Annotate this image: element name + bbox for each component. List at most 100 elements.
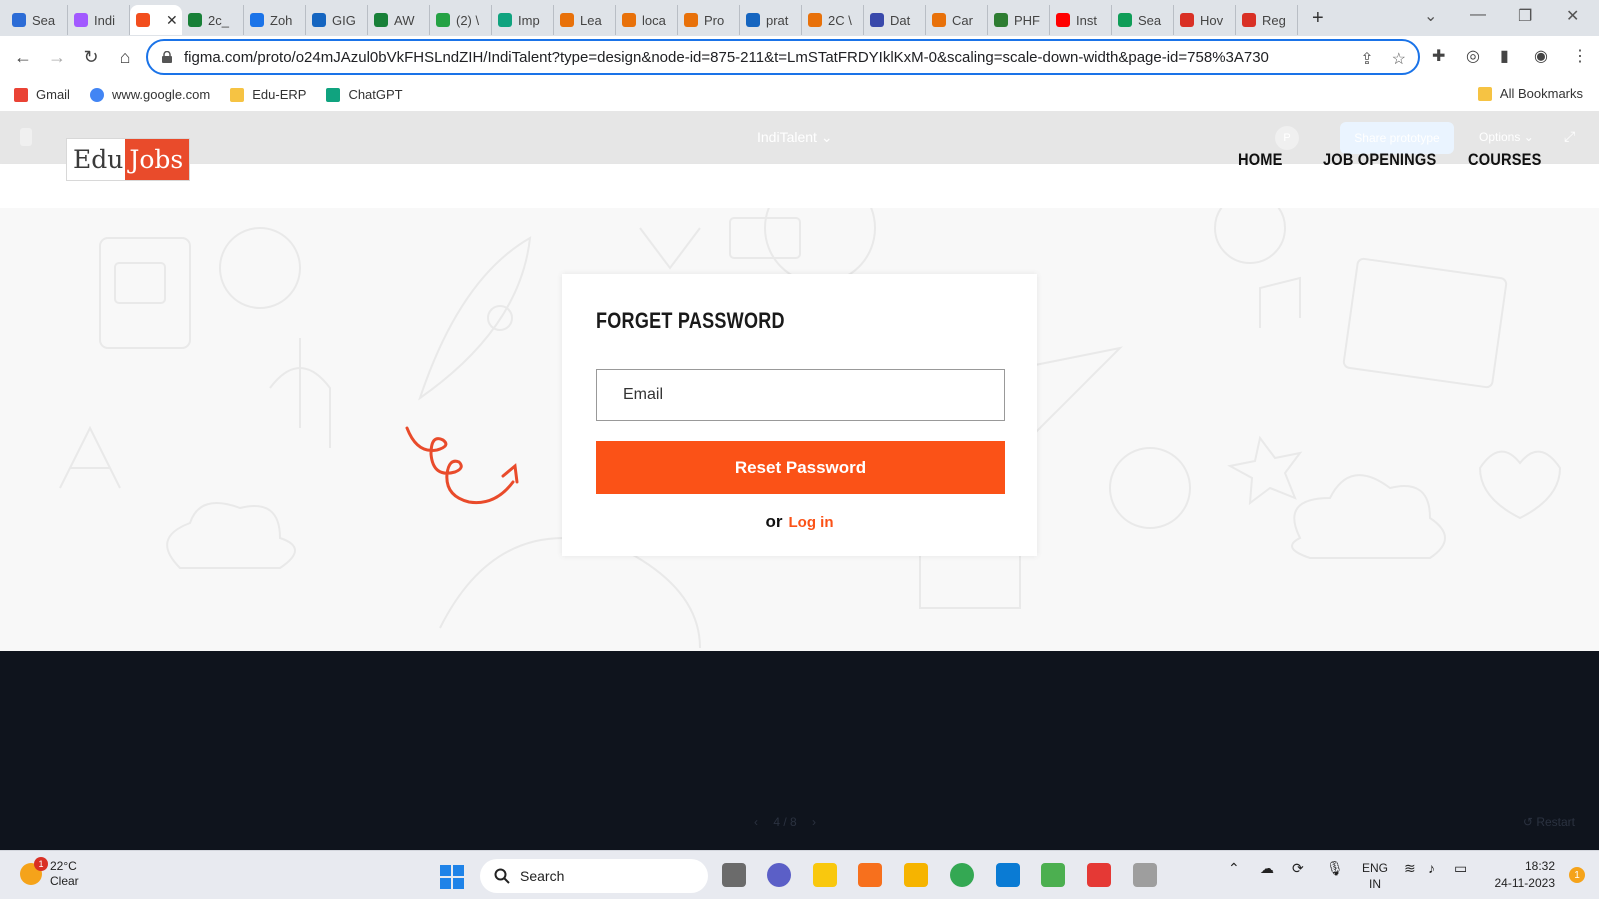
tab-label: loca bbox=[642, 12, 666, 28]
tab-favicon-icon bbox=[498, 13, 512, 27]
browser-tab[interactable]: Imp bbox=[492, 5, 554, 35]
extension-icon[interactable]: ◎ bbox=[1466, 46, 1480, 66]
weather-widget[interactable]: 1 22°C Clear bbox=[20, 857, 79, 889]
form-title: FORGET PASSWORD bbox=[596, 308, 785, 333]
browser-tab[interactable]: AW bbox=[368, 5, 430, 35]
browser-tab[interactable]: Indi bbox=[68, 5, 130, 35]
home-icon[interactable]: ⌂ bbox=[110, 42, 140, 72]
onedrive-icon[interactable]: ☁ bbox=[1260, 860, 1274, 877]
login-link[interactable]: Log in bbox=[789, 514, 834, 531]
wifi-icon[interactable]: ≋ bbox=[1404, 860, 1416, 877]
system-clock[interactable]: 18:32 24-11-2023 bbox=[1495, 858, 1556, 892]
tab-favicon-icon bbox=[994, 13, 1008, 27]
close-tab-icon[interactable]: ✕ bbox=[166, 12, 178, 29]
microphone-icon[interactable]: 🎙 bbox=[1326, 860, 1344, 877]
browser-toolbar: ← → ↻ ⌂ figma.com/proto/o24mJAzul0bVkFHS… bbox=[0, 36, 1599, 78]
nav-job-openings[interactable]: JOB OPENINGS bbox=[1323, 150, 1436, 170]
weather-badge: 1 bbox=[34, 857, 48, 871]
browser-tab[interactable]: GIG bbox=[306, 5, 368, 35]
browser-tab[interactable]: 2c_ bbox=[182, 5, 244, 35]
browser-tab[interactable]: Sea bbox=[1112, 5, 1174, 35]
bookmark-star-icon[interactable]: ☆ bbox=[1392, 49, 1406, 69]
tab-search-icon[interactable]: ⌄ bbox=[1424, 6, 1437, 26]
browser-tab[interactable]: Dat bbox=[864, 5, 926, 35]
browser-tab[interactable]: ✕ bbox=[130, 5, 182, 35]
anydesk-icon[interactable] bbox=[1087, 863, 1111, 887]
browser-tab[interactable]: (2) \ bbox=[430, 5, 492, 35]
bookmark-gmail[interactable]: Gmail bbox=[14, 87, 70, 102]
tab-label: PHF bbox=[1014, 12, 1040, 28]
tab-label: Dat bbox=[890, 12, 911, 28]
restart-button[interactable]: ↺ Restart bbox=[1523, 815, 1575, 829]
teams-icon[interactable] bbox=[767, 863, 791, 887]
all-bookmarks[interactable]: All Bookmarks bbox=[1477, 86, 1583, 101]
taskbar-search[interactable]: Search bbox=[480, 859, 708, 893]
share-page-icon[interactable]: ⇪ bbox=[1360, 49, 1373, 69]
next-frame-icon[interactable]: › bbox=[812, 815, 816, 829]
battery-icon[interactable]: ▭ bbox=[1454, 860, 1467, 877]
vscode-icon[interactable] bbox=[996, 863, 1020, 887]
address-bar[interactable]: figma.com/proto/o24mJAzul0bVkFHSLndZIH/I… bbox=[146, 39, 1420, 75]
language-indicator[interactable]: ENG IN bbox=[1362, 860, 1388, 892]
reload-icon[interactable]: ↻ bbox=[76, 42, 106, 72]
options-menu[interactable]: Options ⌄ bbox=[1479, 130, 1534, 144]
browser-tab[interactable]: Hov bbox=[1174, 5, 1236, 35]
windows-start-icon[interactable] bbox=[440, 865, 464, 889]
tab-favicon-icon bbox=[560, 13, 574, 27]
new-tab-button[interactable]: + bbox=[1312, 7, 1324, 30]
google-icon bbox=[89, 87, 104, 102]
browser-tab[interactable]: Sea bbox=[6, 5, 68, 35]
browser-tab[interactable]: prat bbox=[740, 5, 802, 35]
browser-tab[interactable]: Car bbox=[926, 5, 988, 35]
figma-logo-icon[interactable] bbox=[20, 128, 32, 146]
email-field[interactable]: Email bbox=[596, 369, 1005, 421]
browser-tab[interactable]: Inst bbox=[1050, 5, 1112, 35]
fullscreen-icon[interactable]: ⤢ bbox=[1564, 128, 1575, 145]
task-view-icon[interactable] bbox=[722, 863, 746, 887]
swirl-arrow-icon bbox=[405, 426, 519, 505]
tab-label: prat bbox=[766, 12, 789, 28]
notification-badge[interactable]: 1 bbox=[1569, 867, 1585, 883]
nav-home[interactable]: HOME bbox=[1238, 150, 1283, 170]
browser-tab[interactable]: 2C \ bbox=[802, 5, 864, 35]
volume-icon[interactable]: ♪ bbox=[1428, 860, 1435, 876]
side-panel-icon[interactable]: ▮ bbox=[1500, 46, 1509, 66]
profile-icon[interactable]: ◉ bbox=[1534, 46, 1548, 66]
xampp-icon[interactable] bbox=[858, 863, 882, 887]
tab-label: Zoh bbox=[270, 12, 293, 28]
tab-label: Hov bbox=[1200, 12, 1224, 28]
browser-tab[interactable]: Zoh bbox=[244, 5, 306, 35]
tab-label: GIG bbox=[332, 12, 356, 28]
forward-icon[interactable]: → bbox=[42, 42, 72, 72]
restore-button[interactable]: ❐ bbox=[1518, 6, 1532, 26]
tab-favicon-icon bbox=[312, 13, 326, 27]
sheets-icon[interactable] bbox=[1041, 863, 1065, 887]
figma-file-title[interactable]: IndiTalent ⌄ bbox=[757, 129, 833, 146]
back-icon[interactable]: ← bbox=[8, 42, 38, 72]
bookmark-edu-erp[interactable]: Edu-ERP bbox=[230, 87, 306, 102]
file-explorer-icon[interactable] bbox=[904, 863, 928, 887]
bookmark-google[interactable]: www.google.com bbox=[89, 87, 210, 102]
browser-tab[interactable]: Reg bbox=[1236, 5, 1298, 35]
or-label: or bbox=[765, 512, 783, 531]
bookmark-chatgpt[interactable]: ChatGPT bbox=[326, 87, 403, 102]
tray-expand-icon[interactable]: ⌃ bbox=[1228, 860, 1240, 877]
minimize-button[interactable]: — bbox=[1470, 6, 1486, 24]
browser-tab[interactable]: Lea bbox=[554, 5, 616, 35]
avatar[interactable]: P bbox=[1275, 126, 1299, 150]
chrome-icon[interactable] bbox=[950, 863, 974, 887]
browser-tab[interactable]: PHF bbox=[988, 5, 1050, 35]
reset-password-button[interactable]: Reset Password bbox=[596, 441, 1005, 494]
snipping-tool-icon[interactable] bbox=[1133, 863, 1157, 887]
browser-tab[interactable]: loca bbox=[616, 5, 678, 35]
menu-icon[interactable]: ⋮ bbox=[1572, 46, 1588, 66]
extensions-icon[interactable]: ✚ bbox=[1432, 46, 1445, 66]
tab-favicon-icon bbox=[1180, 13, 1194, 27]
browser-tab[interactable]: Pro bbox=[678, 5, 740, 35]
close-window-button[interactable]: ✕ bbox=[1566, 6, 1579, 26]
edujobs-logo[interactable]: Edu Jobs bbox=[66, 138, 191, 181]
sync-icon[interactable]: ⟳ bbox=[1292, 860, 1304, 877]
sticky-notes-icon[interactable] bbox=[813, 863, 837, 887]
nav-courses[interactable]: COURSES bbox=[1468, 150, 1542, 170]
prev-frame-icon[interactable]: ‹ bbox=[754, 815, 758, 829]
